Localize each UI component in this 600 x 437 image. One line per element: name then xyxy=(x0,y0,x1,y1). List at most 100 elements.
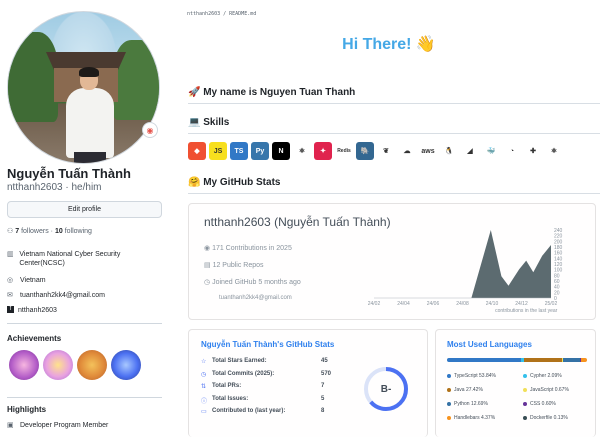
language-item: Cypher 2.09% xyxy=(523,373,562,379)
languages-bar xyxy=(447,358,587,362)
x-axis-label: contributions in the last year xyxy=(495,308,558,314)
achievement-badge-yolo[interactable] xyxy=(43,350,73,380)
x-tick-label: 24/02 xyxy=(368,301,381,307)
stat-value: 570 xyxy=(321,370,332,377)
achievement-badge-pull-shark[interactable] xyxy=(9,350,39,380)
github-icon: ◉ xyxy=(204,245,213,252)
achievement-badge-arctic[interactable] xyxy=(111,350,141,380)
name-heading: 🚀 My name is Nguyen Tuan Thanh xyxy=(188,87,356,98)
gcp-icon: ☁ xyxy=(398,142,416,160)
tensorflow-icon: ✚ xyxy=(524,142,542,160)
stat-icon: ⇅ xyxy=(201,384,207,390)
stats-heading: 🤗 My GitHub Stats xyxy=(188,177,281,188)
grade-text: B- xyxy=(381,384,392,395)
activity-card[interactable]: ntthanh2603 (Nguyễn Tuấn Thành) ◉ 171 Co… xyxy=(188,203,596,320)
organization-text: Vietnam National Cyber Security Center(N… xyxy=(19,251,121,267)
profile-facebook: f ntthanh2603 xyxy=(7,306,57,315)
redis-icon: Redis xyxy=(335,142,353,160)
stat-label: Total Issues: xyxy=(212,395,249,402)
language-item: JavaScript 0.67% xyxy=(523,387,569,393)
following-label[interactable]: following xyxy=(65,228,92,235)
language-bar-segment xyxy=(562,358,581,362)
profile-display-name: Nguyễn Tuấn Thành xyxy=(7,166,131,181)
location-text: Vietnam xyxy=(20,277,46,284)
x-tick-label: 24/10 xyxy=(486,301,499,307)
profile-organization: ▥ Vietnam National Cyber Security Center… xyxy=(7,250,157,268)
stat-row: ◷ Total Commits (2025): 570 xyxy=(201,371,351,378)
stat-value: 7 xyxy=(321,383,325,389)
divider xyxy=(7,323,162,324)
activity-repos: ▤ 12 Public Repos xyxy=(204,262,264,269)
flutter-icon: ◢ xyxy=(461,142,479,160)
activity-joined: ◷ Joined GitHub 5 months ago xyxy=(204,279,301,286)
highlights-heading: Highlights xyxy=(7,405,47,414)
x-tick-label: 24/08 xyxy=(456,301,469,307)
language-bar-segment xyxy=(447,358,522,362)
followers-count[interactable]: 7 xyxy=(15,228,19,235)
followers-label[interactable]: followers xyxy=(21,228,49,235)
contribution-area xyxy=(374,230,551,298)
stat-icon: ⓘ xyxy=(201,398,208,405)
skills-icons: ◆ JS TS Py N ⚛ ✦ Redis 🐘 ❦ ☁ aws 🐧 ◢ 🐳 ◔ ✚ ⚛ xyxy=(188,142,563,160)
stat-label: Total PRs: xyxy=(212,383,242,389)
facebook-icon: f xyxy=(7,306,14,313)
x-tick-label: 24/04 xyxy=(397,301,410,307)
facebook-link[interactable]: ntthanh2603 xyxy=(18,306,57,315)
achievements-heading[interactable]: Achievements xyxy=(7,334,61,343)
x-tick-label: 24/12 xyxy=(515,301,528,307)
readme-greeting: Hi There! 👋 xyxy=(342,36,436,53)
stat-value: 45 xyxy=(321,358,328,364)
ts-icon: TS xyxy=(230,142,248,160)
language-item: CSS 0.60% xyxy=(523,401,556,407)
docker-icon: 🐳 xyxy=(482,142,500,160)
x-tick-label: 25/02 xyxy=(545,301,558,307)
rabbitmq-icon: ◔ xyxy=(503,142,521,160)
stat-row: ⇅ Total PRs: 7 xyxy=(201,383,351,390)
readme-path[interactable]: ntthanh2603 / README.md xyxy=(187,11,256,17)
grade-ring: B- xyxy=(364,367,408,411)
language-item: Python 12.69% xyxy=(447,401,488,407)
activity-contributions: ◉ 171 Contributions in 2025 xyxy=(204,245,292,252)
achievement-badge-quickdraw[interactable] xyxy=(77,350,107,380)
stat-row: ☆ Total Stars Earned: 45 xyxy=(201,358,351,365)
building-icon: ▥ xyxy=(7,251,14,258)
email-link[interactable]: tuanthanh2kk4@gmail.com xyxy=(20,291,105,300)
stat-row: ▭ Contributed to (last year): 8 xyxy=(201,408,351,415)
language-bar-segment xyxy=(523,358,562,362)
divider xyxy=(188,193,600,194)
stat-icon: ▭ xyxy=(201,409,207,415)
git-icon: ◆ xyxy=(188,142,206,160)
stat-icon: ☆ xyxy=(201,359,207,365)
divider xyxy=(188,103,600,104)
stat-label: Contributed to (last year): xyxy=(212,408,286,414)
activity-email: tuanthanh2kk4@gmail.com xyxy=(219,295,292,301)
nestjs-icon: ✦ xyxy=(314,142,332,160)
stat-label: Total Stars Earned: xyxy=(212,358,267,364)
language-item: Java 27.42% xyxy=(447,387,483,393)
language-item: TypeScript 53.84% xyxy=(447,373,496,379)
profile-location: ◎ Vietnam xyxy=(7,276,46,285)
clock-icon: ◷ xyxy=(204,279,213,286)
linux-icon: 🐧 xyxy=(440,142,458,160)
highlight-text: Developer Program Member xyxy=(20,422,109,429)
stat-label: Total Commits (2025): xyxy=(212,370,275,377)
following-count[interactable]: 10 xyxy=(55,228,63,235)
stat-value: 5 xyxy=(321,395,325,402)
stats-card[interactable]: Nguyễn Tuấn Thành's GitHub Stats ☆ Total … xyxy=(188,329,428,437)
stats-title: Nguyễn Tuấn Thành's GitHub Stats xyxy=(201,340,335,349)
package-icon: ▣ xyxy=(7,422,14,429)
languages-title: Most Used Languages xyxy=(447,340,532,349)
language-item: Handlebars 4.37% xyxy=(447,415,495,421)
python-icon: Py xyxy=(251,142,269,160)
language-item: Dockerfile 0.13% xyxy=(523,415,568,421)
readme-panel: ntthanh2603 / README.md Hi There! 👋 🚀 My… xyxy=(178,0,600,437)
profile-email: ✉ tuanthanh2kk4@gmail.com xyxy=(7,291,105,300)
languages-card[interactable]: Most Used Languages TypeScript 53.84% Cyp… xyxy=(435,329,596,437)
avatar[interactable] xyxy=(7,11,160,164)
mail-icon: ✉ xyxy=(7,292,13,299)
aws-icon: aws xyxy=(419,142,437,160)
edit-profile-button[interactable]: Edit profile xyxy=(7,201,162,218)
status-emoji-icon[interactable]: ◉ xyxy=(142,122,158,138)
divider xyxy=(188,133,600,134)
people-icon: ⚇ xyxy=(7,228,14,235)
